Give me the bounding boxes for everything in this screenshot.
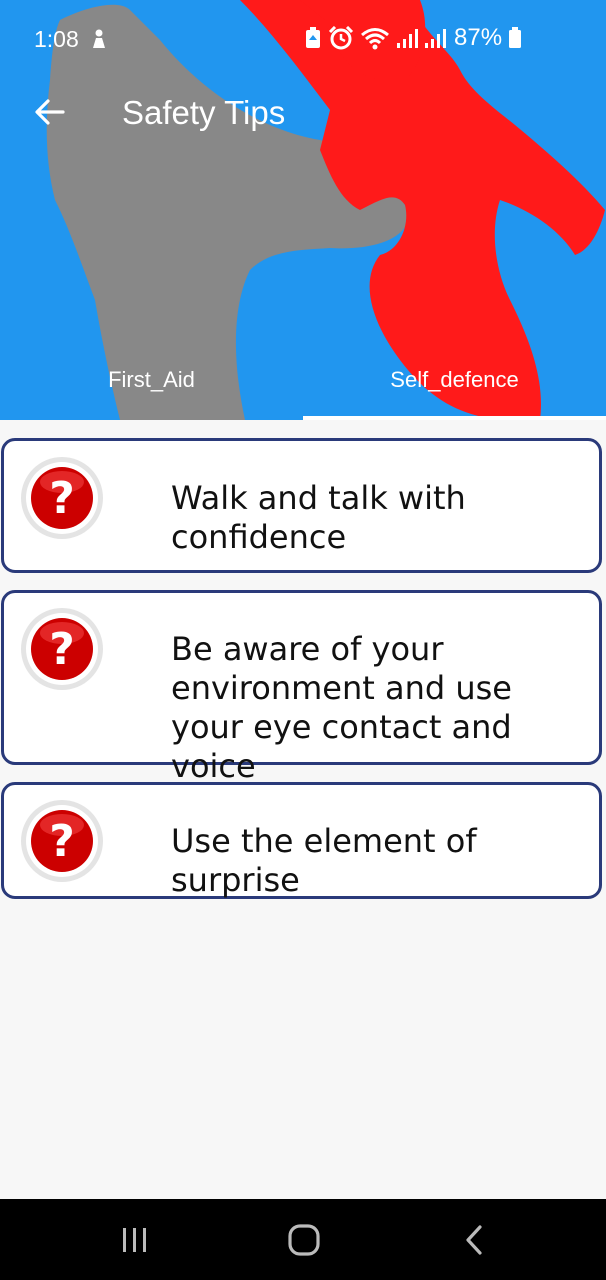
- svg-text:?: ?: [49, 624, 75, 675]
- wifi-icon: [361, 28, 389, 50]
- header-banner: 1:08 87% Safety Tips First_Aid Self_defe…: [0, 0, 606, 420]
- tip-text: Use the element of surprise: [171, 822, 477, 899]
- signal-icon: [425, 29, 446, 48]
- signal-icon: [397, 29, 418, 48]
- status-icons: 87%: [304, 24, 522, 52]
- home-button[interactable]: [264, 1213, 344, 1267]
- status-time: 1:08: [34, 26, 79, 52]
- arrow-left-icon: [35, 99, 65, 125]
- battery-icon: [509, 27, 522, 48]
- question-mark-icon: ?: [21, 457, 103, 539]
- battery-saver-icon: [306, 27, 320, 48]
- back-button[interactable]: [22, 84, 78, 140]
- recent-apps-icon: [123, 1228, 146, 1252]
- tip-text: Be aware of your environment and use you…: [171, 630, 512, 785]
- tip-card[interactable]: ? Walk and talk with confidence: [1, 438, 602, 573]
- question-mark-icon: ?: [21, 800, 103, 882]
- tab-self-defence[interactable]: Self_defence: [303, 340, 606, 420]
- back-nav-button[interactable]: [434, 1213, 514, 1267]
- tab-selected-indicator: [303, 416, 606, 420]
- question-mark-icon: ?: [21, 608, 103, 690]
- status-bar: 1:08 87%: [0, 0, 606, 78]
- svg-text:?: ?: [49, 816, 75, 867]
- toolbar: Safety Tips: [0, 80, 606, 148]
- page-title: Safety Tips: [122, 94, 286, 131]
- tip-text: Walk and talk with confidence: [171, 479, 466, 556]
- tip-card[interactable]: ? Use the element of surprise: [1, 782, 602, 899]
- system-nav-bar: [0, 1199, 606, 1280]
- tip-card[interactable]: ? Be aware of your environment and use y…: [1, 590, 602, 785]
- alarm-icon: [328, 26, 354, 50]
- recent-apps-button[interactable]: [95, 1213, 175, 1267]
- person-notification-icon: [93, 29, 105, 48]
- svg-text:?: ?: [49, 473, 75, 524]
- back-icon: [466, 1225, 482, 1255]
- home-icon: [288, 1224, 320, 1256]
- tab-first-aid[interactable]: First_Aid: [0, 340, 303, 420]
- tab-bar: First_Aid Self_defence: [0, 340, 606, 420]
- battery-percent: 87%: [454, 24, 503, 51]
